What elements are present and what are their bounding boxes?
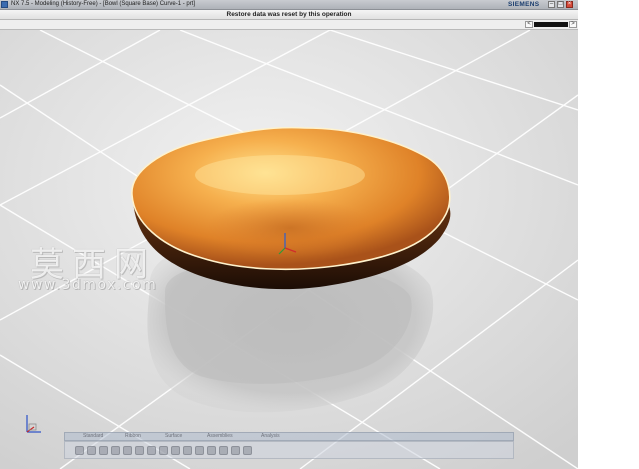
progress-indicator: [534, 22, 568, 27]
redo-icon[interactable]: [123, 446, 132, 455]
wireframe-icon[interactable]: [243, 446, 252, 455]
ribbon-tab-standard[interactable]: Standard: [83, 433, 103, 440]
window-title: NX 7.5 - Modeling (History-Free) - [Bowl…: [11, 1, 196, 7]
bowl-well: [205, 198, 375, 258]
title-bar: NX 7.5 - Modeling (History-Free) - [Bowl…: [0, 0, 578, 10]
minimize-button[interactable]: –: [548, 1, 555, 8]
restore-button[interactable]: □: [557, 1, 564, 8]
delete-icon[interactable]: [171, 446, 180, 455]
fit-icon[interactable]: [183, 446, 192, 455]
open-icon[interactable]: [87, 446, 96, 455]
paste-icon[interactable]: [159, 446, 168, 455]
wcs-triad-icon: [26, 415, 41, 433]
save-icon[interactable]: [99, 446, 108, 455]
cue-message: Restore data was reset by this operation: [226, 11, 352, 18]
undo-icon[interactable]: [111, 446, 120, 455]
ribbon-toolbar: [64, 441, 514, 459]
copy-icon[interactable]: [147, 446, 156, 455]
rotate-icon[interactable]: [207, 446, 216, 455]
forward-button[interactable]: >: [569, 21, 577, 28]
ribbon-tab-bar: Standard Ribbon Surface Assemblies Analy…: [64, 432, 514, 441]
nx-window: NX 7.5 - Modeling (History-Free) - [Bowl…: [0, 0, 578, 469]
back-button[interactable]: <: [525, 21, 533, 28]
pan-icon[interactable]: [219, 446, 228, 455]
ribbon-tab-analysis[interactable]: Analysis: [261, 433, 280, 440]
shade-icon[interactable]: [231, 446, 240, 455]
graphics-viewport[interactable]: 莫西网 www.3dmox.com Standard Ribbon Surfac…: [0, 30, 578, 469]
watermark-url: www.3dmox.com: [18, 277, 158, 293]
status-bar: < >: [0, 20, 578, 30]
siemens-logo: SIEMENS: [508, 1, 540, 8]
ribbon-tab-ribbon[interactable]: Ribbon: [125, 433, 141, 440]
close-button[interactable]: ×: [566, 1, 573, 8]
new-icon[interactable]: [75, 446, 84, 455]
zoom-icon[interactable]: [195, 446, 204, 455]
cue-line: Restore data was reset by this operation: [0, 10, 578, 20]
ribbon-tab-surface[interactable]: Surface: [165, 433, 182, 440]
cut-icon[interactable]: [135, 446, 144, 455]
bowl-highlight: [195, 155, 365, 195]
ribbon-tab-assemblies[interactable]: Assemblies: [207, 433, 233, 440]
app-icon[interactable]: [1, 1, 8, 8]
